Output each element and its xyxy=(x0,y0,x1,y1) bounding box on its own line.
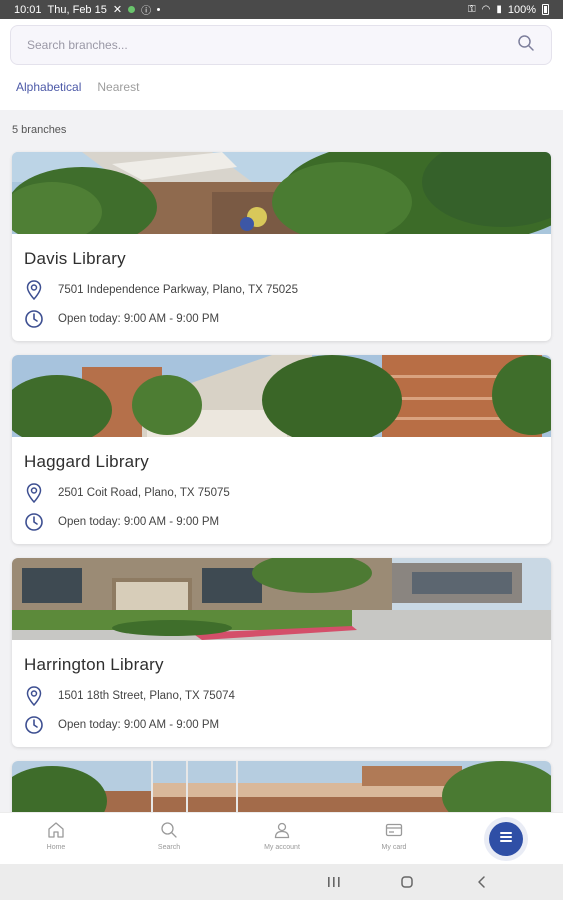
branch-address-row: 2501 Coit Road, Plano, TX 75075 xyxy=(24,483,230,503)
branch-photo xyxy=(12,355,551,437)
card-icon xyxy=(385,821,403,841)
nav-search[interactable]: Search xyxy=(129,821,209,851)
home-nav-icon[interactable] xyxy=(400,875,414,894)
location-pin-icon xyxy=(24,280,44,300)
system-nav-bar xyxy=(0,864,563,900)
wifi-icon: ◠ xyxy=(481,4,491,15)
status-time: 10:01 xyxy=(14,3,42,16)
menu-fab-button[interactable] xyxy=(489,822,523,856)
clock-icon xyxy=(24,512,44,532)
branch-card-haggard[interactable]: Haggard Library 2501 Coit Road, Plano, T… xyxy=(12,355,551,544)
location-pin-icon xyxy=(24,483,44,503)
search-icon xyxy=(160,821,178,841)
branch-address-row: 7501 Independence Parkway, Plano, TX 750… xyxy=(24,280,298,300)
branch-address-row: 1501 18th Street, Plano, TX 75074 xyxy=(24,686,235,706)
menu-icon xyxy=(499,830,513,849)
info-icon: ⓘ xyxy=(141,6,152,17)
branch-photo xyxy=(12,558,551,640)
branch-card-davis[interactable]: Davis Library 7501 Independence Parkway,… xyxy=(12,152,551,341)
search-icon[interactable] xyxy=(517,34,535,57)
clock-icon xyxy=(24,309,44,329)
back-icon[interactable] xyxy=(475,875,489,894)
status-bar: 10:01 Thu, Feb 15 ✕ ⓘ ⚿ ◠ ▮ 100% xyxy=(0,0,563,19)
branch-card-harrington[interactable]: Harrington Library 1501 18th Street, Pla… xyxy=(12,558,551,747)
search-box[interactable] xyxy=(10,25,552,65)
tab-alphabetical[interactable]: Alphabetical xyxy=(16,80,81,94)
branch-address: 2501 Coit Road, Plano, TX 75075 xyxy=(58,487,230,499)
nav-my-account[interactable]: My account xyxy=(242,821,322,851)
sort-tabs: Alphabetical Nearest xyxy=(16,80,139,94)
missed-call-icon: ✕ xyxy=(112,4,123,16)
recent-apps-icon[interactable] xyxy=(327,875,341,894)
branch-name: Davis Library xyxy=(24,249,126,268)
branch-hours-row: Open today: 9:00 AM - 9:00 PM xyxy=(24,715,219,735)
key-icon: ⚿ xyxy=(467,4,476,15)
branch-count: 5 branches xyxy=(12,124,67,136)
branch-name: Haggard Library xyxy=(24,452,149,471)
branch-hours: Open today: 9:00 AM - 9:00 PM xyxy=(58,516,220,528)
branch-hours: Open today: 9:00 AM - 9:00 PM xyxy=(58,719,220,731)
branch-address: 7501 Independence Parkway, Plano, TX 750… xyxy=(58,284,298,296)
nav-home-label: Home xyxy=(46,844,66,851)
nav-my-account-label: My account xyxy=(264,844,300,851)
battery-icon xyxy=(542,4,549,15)
clock-icon xyxy=(24,715,44,735)
home-icon xyxy=(47,821,65,841)
branch-hours-row: Open today: 9:00 AM - 9:00 PM xyxy=(24,512,219,532)
battery-level: 100% xyxy=(507,3,536,16)
branch-address: 1501 18th Street, Plano, TX 75074 xyxy=(58,690,235,702)
branch-photo xyxy=(12,152,551,234)
notification-dot-icon xyxy=(128,6,136,13)
status-date: Thu, Feb 15 xyxy=(47,3,107,16)
user-icon xyxy=(273,821,291,841)
signal-icon: ▮ xyxy=(496,4,502,15)
search-input[interactable] xyxy=(27,38,467,52)
bottom-nav: Home Search My account My card xyxy=(0,812,563,864)
nav-my-card[interactable]: My card xyxy=(354,821,434,851)
branch-hours: Open today: 9:00 AM - 9:00 PM xyxy=(58,313,220,325)
more-dot-icon xyxy=(157,8,161,11)
nav-my-card-label: My card xyxy=(381,844,407,851)
header: Alphabetical Nearest xyxy=(0,19,563,110)
branch-hours-row: Open today: 9:00 AM - 9:00 PM xyxy=(24,309,219,329)
branch-name: Harrington Library xyxy=(24,655,164,674)
nav-home[interactable]: Home xyxy=(16,821,96,851)
tab-nearest[interactable]: Nearest xyxy=(97,80,139,94)
location-pin-icon xyxy=(24,686,44,706)
nav-search-label: Search xyxy=(157,844,181,851)
